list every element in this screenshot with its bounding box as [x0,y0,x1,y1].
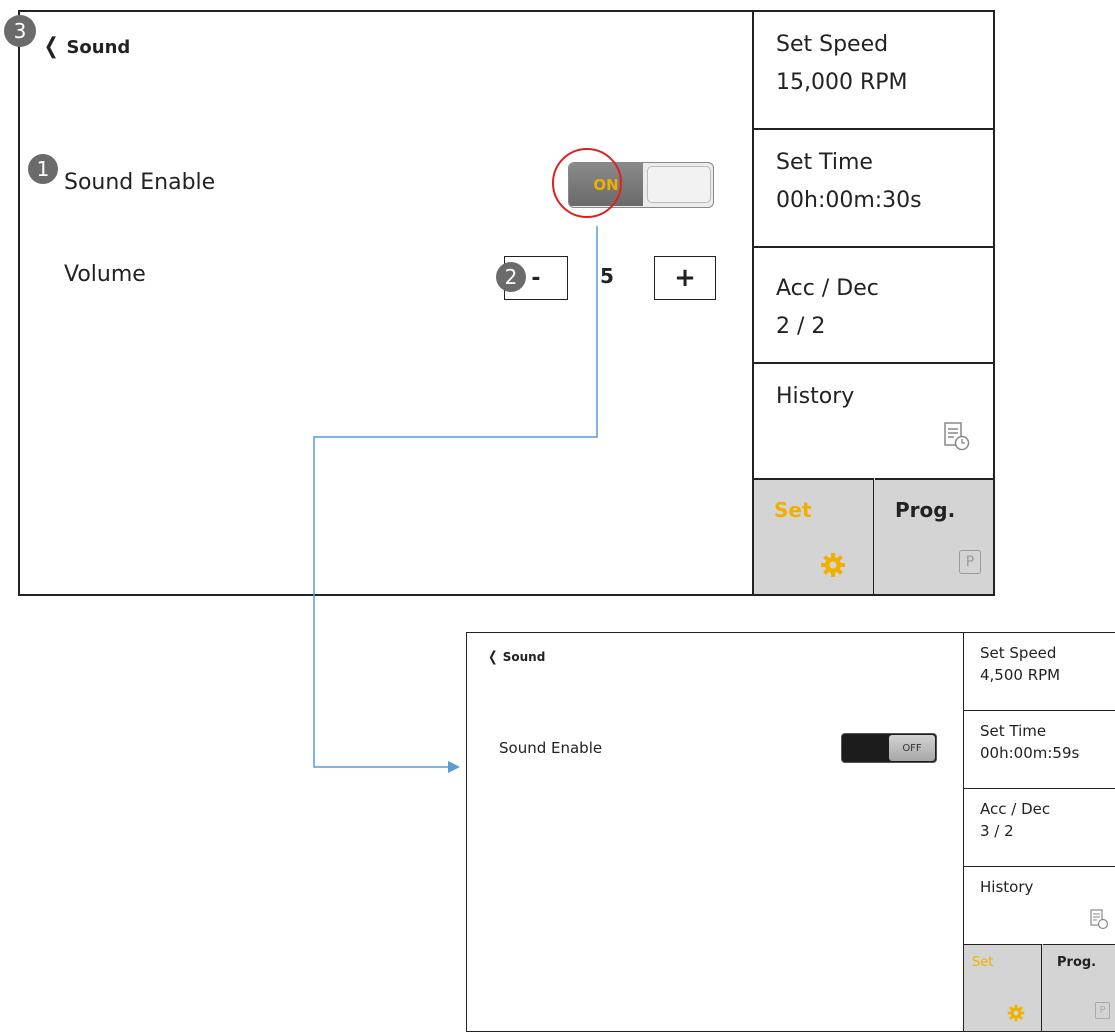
flow-connector-arrow [313,226,598,773]
